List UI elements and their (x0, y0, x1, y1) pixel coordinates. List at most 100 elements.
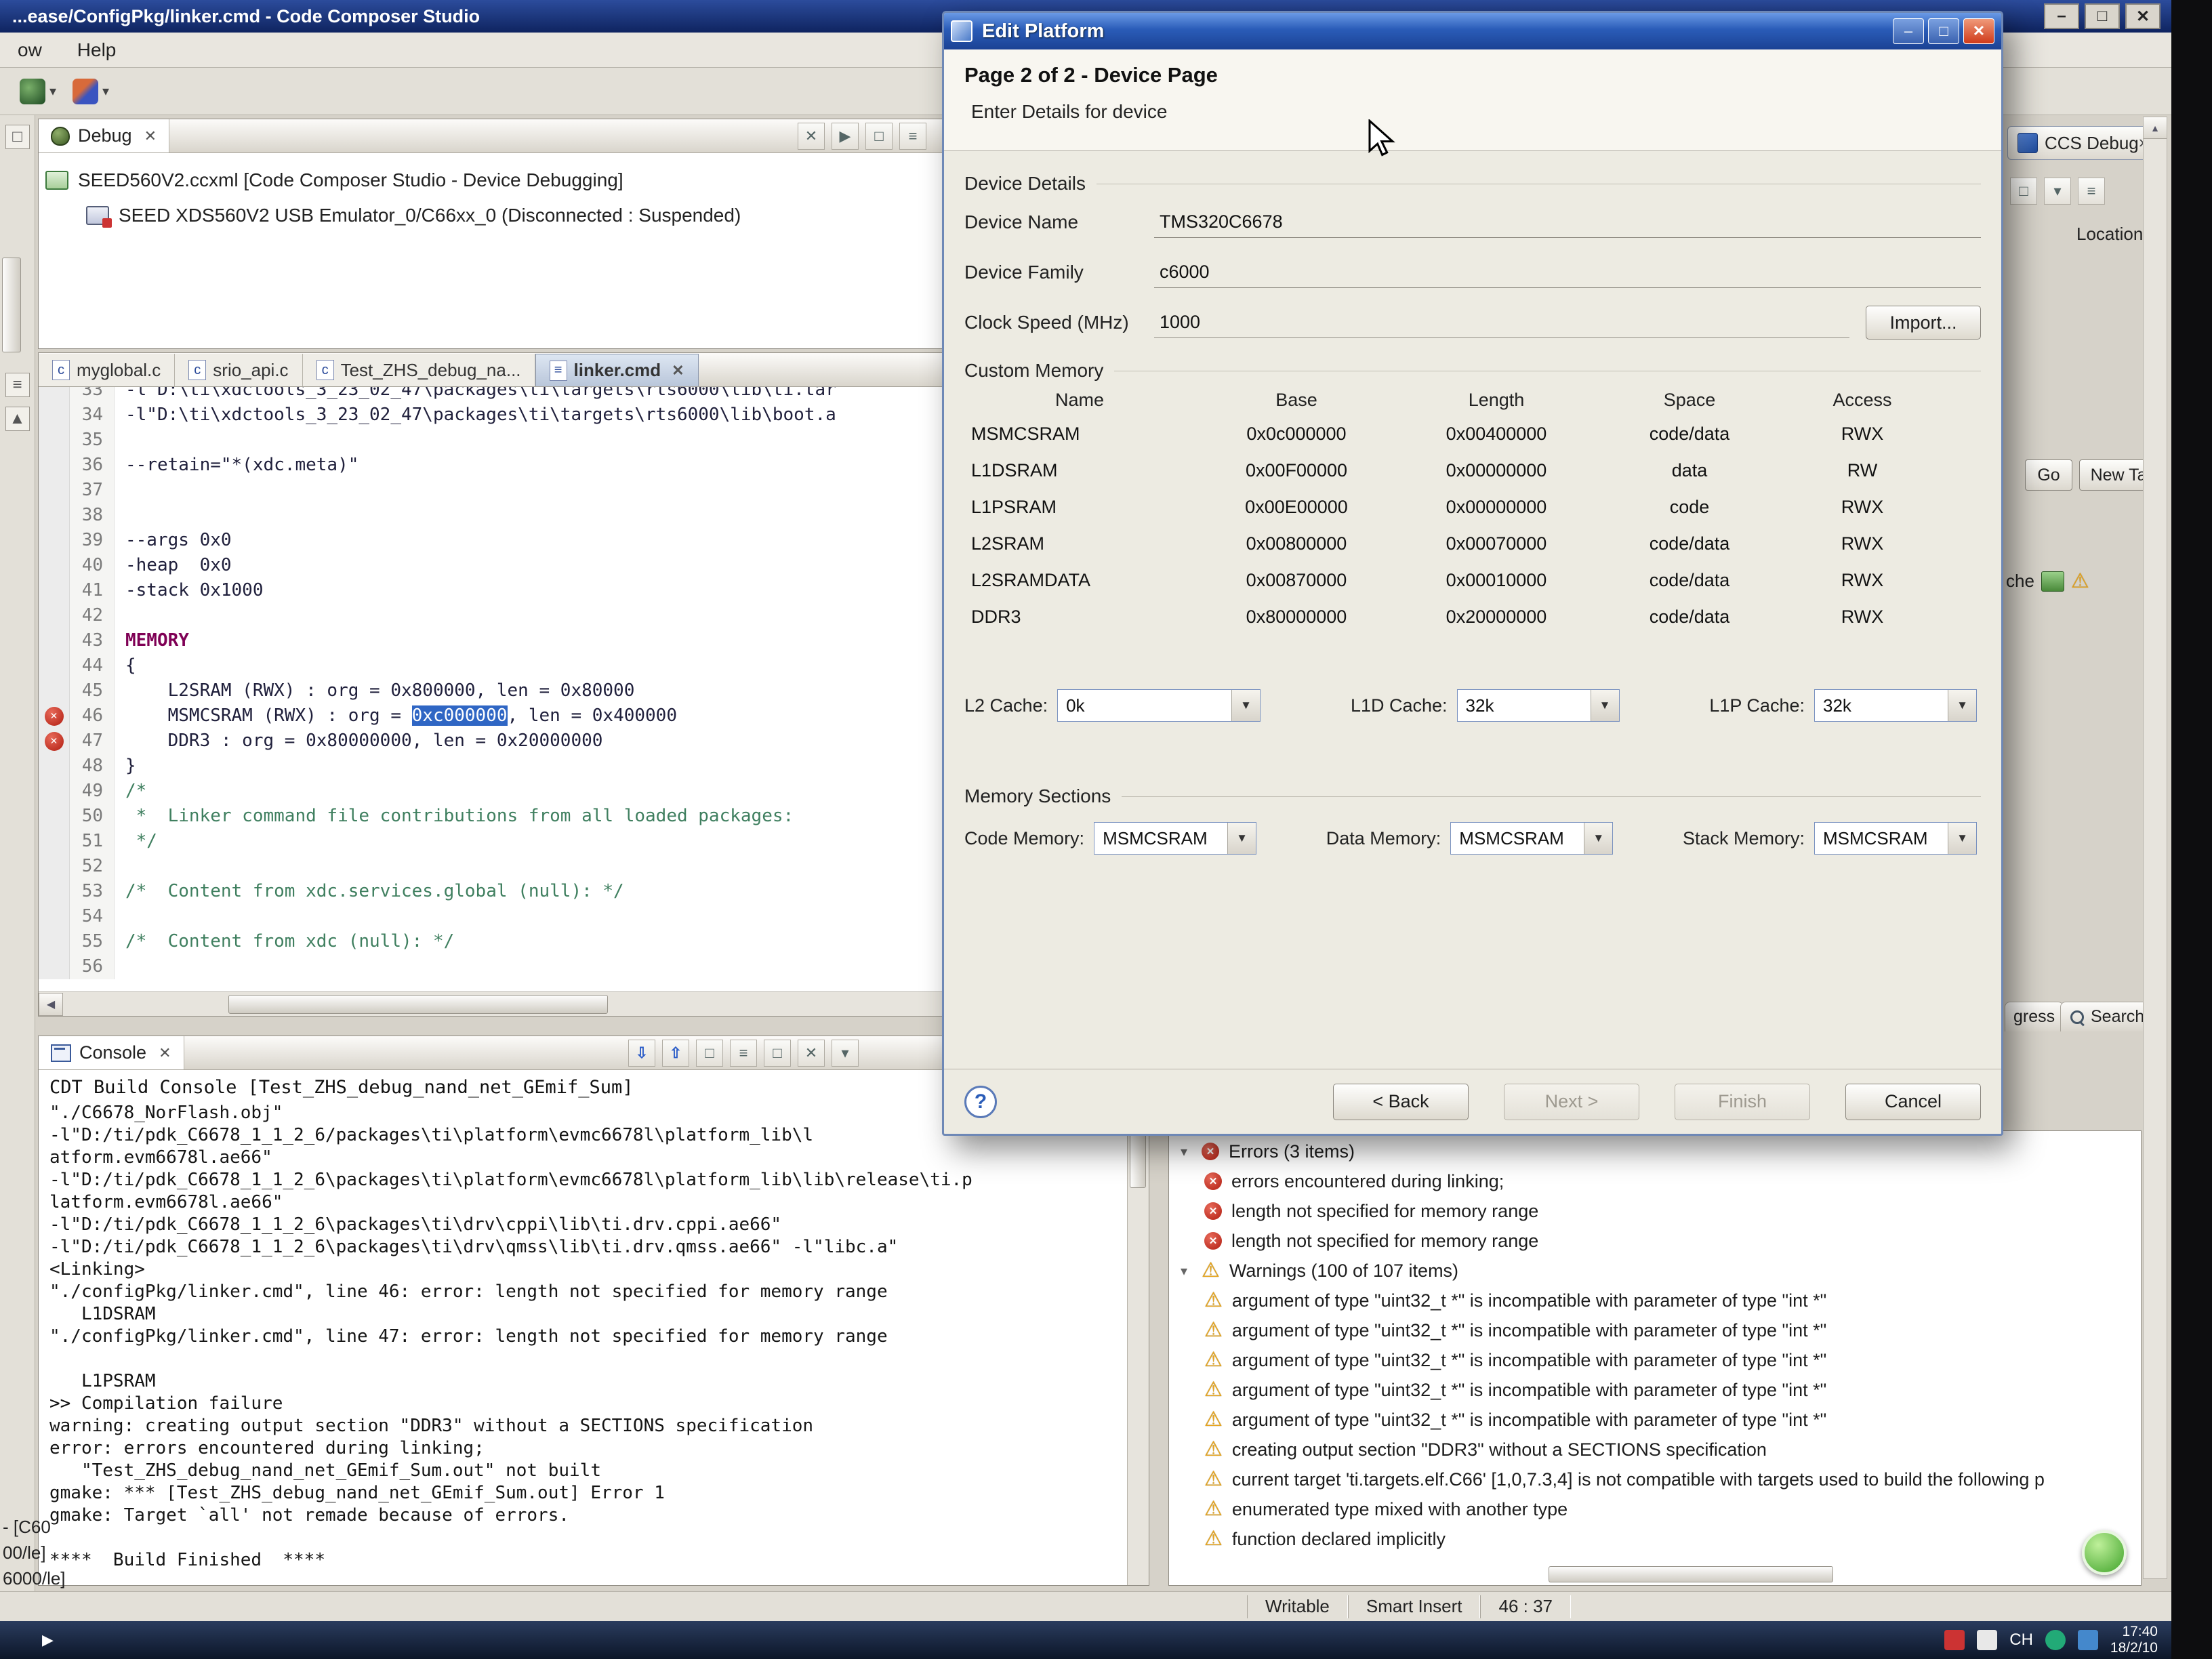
memory-section-select[interactable]: MSMCSRAM ▼ (1450, 822, 1613, 855)
problems-hscroll-thumb[interactable] (1549, 1566, 1833, 1582)
view-menu-icon[interactable]: ≡ (899, 123, 926, 150)
dropdown-icon[interactable]: ▼ (1591, 690, 1619, 721)
editor-tab[interactable]: c srio_api.c ✕ (175, 354, 302, 386)
step-over-icon[interactable]: ▶ (832, 123, 859, 150)
outline-menu-icon[interactable]: ≡ (5, 373, 30, 397)
problem-warning-row[interactable]: ⚠ enumerated type mixed with another typ… (1204, 1494, 2137, 1524)
wizard-button[interactable]: Next > (1504, 1084, 1639, 1120)
run-launch-dropdown[interactable]: ▾ (69, 75, 112, 108)
wizard-button[interactable]: Cancel (1845, 1084, 1981, 1120)
editor-tab[interactable]: c myglobal.c ✕ (39, 354, 175, 386)
problems-errors-group[interactable]: ▾ ✕ Errors (3 items) (1176, 1136, 2137, 1166)
memory-section-select[interactable]: MSMCSRAM ▼ (1814, 822, 1977, 855)
scroll-up-icon[interactable]: ▲ (2144, 117, 2167, 139)
cache-select[interactable]: 0k ▼ (1057, 689, 1261, 722)
dialog-titlebar[interactable]: Edit Platform – □ ✕ (944, 13, 2001, 49)
close-icon[interactable]: ✕ (672, 362, 684, 380)
clock[interactable]: 17:40 18/2/10 (2110, 1624, 2158, 1656)
play-icon[interactable]: ▶ (42, 1631, 54, 1649)
dropdown-icon[interactable]: ▼ (1231, 690, 1260, 721)
tray-icon-white[interactable] (1977, 1630, 1997, 1650)
menu-item[interactable]: Help (60, 33, 134, 67)
problem-warning-row[interactable]: ⚠ function declared implicitly (1204, 1524, 2137, 1554)
input-language-indicator[interactable]: CH (2009, 1631, 2033, 1650)
dropdown-icon[interactable]: ▼ (1227, 823, 1256, 854)
memory-table-row[interactable]: L1DSRAM 0x00F00000 0x00000000 data RW (964, 452, 1981, 489)
book-icon[interactable] (2041, 571, 2064, 592)
close-icon[interactable]: ✕ (1963, 18, 1994, 44)
dropdown-icon[interactable]: ▼ (1948, 690, 1976, 721)
maximize-icon[interactable]: □ (1928, 18, 1959, 44)
hscroll-thumb[interactable] (228, 995, 608, 1014)
right-scroll-thumb[interactable] (2, 258, 21, 352)
cache-select[interactable]: 32k ▼ (1814, 689, 1977, 722)
perspective-ccs-debug-button[interactable]: CCS Debug (2007, 126, 2149, 160)
run-launch-icon[interactable] (73, 79, 98, 104)
problem-error-row[interactable]: ✕ length not specified for memory range (1204, 1196, 2137, 1226)
console-vscrollbar[interactable] (1127, 1071, 1149, 1585)
wizard-button[interactable]: < Back (1333, 1084, 1469, 1120)
memory-table-row[interactable]: L2SRAM 0x00800000 0x00070000 code/data R… (964, 525, 1981, 562)
editor-tab[interactable]: c Test_ZHS_debug_na... ✕ (303, 354, 535, 386)
chevron-down-icon[interactable]: ▾ (49, 83, 56, 100)
import-button[interactable]: Import... (1866, 306, 1981, 340)
field-input[interactable]: 1000 (1154, 307, 1849, 338)
collapse-icon[interactable]: ▾ (2044, 178, 2071, 205)
display-selected-console-icon[interactable]: □ (764, 1040, 791, 1067)
pin-console-icon[interactable]: □ (696, 1040, 723, 1067)
debug-launch-icon[interactable] (20, 79, 45, 104)
cache-select[interactable]: 32k ▼ (1457, 689, 1620, 722)
pin-icon[interactable]: □ (2010, 178, 2037, 205)
open-console-icon[interactable]: ✕ (798, 1040, 825, 1067)
help-icon[interactable]: ? (964, 1086, 997, 1118)
memory-table-row[interactable]: L1PSRAM 0x00E00000 0x00000000 code RWX (964, 489, 1981, 525)
field-input[interactable]: c6000 (1154, 257, 1981, 288)
twisty-icon[interactable]: ▾ (1176, 1143, 1192, 1160)
tray-icon-green[interactable] (2045, 1630, 2066, 1650)
layout-icon[interactable]: ≡ (2078, 178, 2105, 205)
twisty-icon[interactable]: ▾ (1176, 1263, 1192, 1279)
go-button[interactable]: Go (2025, 459, 2072, 491)
memory-table-row[interactable]: DDR3 0x80000000 0x20000000 code/data RWX (964, 598, 1981, 635)
clear-console-icon[interactable]: ≡ (730, 1040, 757, 1067)
close-icon[interactable]: ✕ (2125, 3, 2160, 29)
scroll-up-icon[interactable]: ⇧ (662, 1040, 689, 1067)
tray-icon-blue[interactable] (2078, 1630, 2098, 1650)
tab-progress[interactable]: gress (2005, 1002, 2064, 1031)
chevron-down-icon[interactable]: ▾ (102, 83, 109, 100)
problem-warning-row[interactable]: ⚠ creating output section "DDR3" without… (1204, 1435, 2137, 1465)
tab-console[interactable]: Console ✕ (39, 1036, 184, 1069)
tab-debug[interactable]: Debug ✕ (39, 119, 169, 152)
right-scrollbar[interactable]: ▲ (2143, 117, 2167, 1579)
problem-warning-row[interactable]: ⚠ argument of type "uint32_t *" is incom… (1204, 1315, 2137, 1345)
problem-warning-row[interactable]: ⚠ argument of type "uint32_t *" is incom… (1204, 1345, 2137, 1375)
memory-section-select[interactable]: MSMCSRAM ▼ (1094, 822, 1256, 855)
memory-table-row[interactable]: MSMCSRAM 0x0c000000 0x00400000 code/data… (964, 415, 1981, 452)
minimize-icon[interactable]: – (1893, 18, 1924, 44)
overlay-app-icon[interactable] (2082, 1530, 2127, 1575)
problems-warnings-group[interactable]: ▾ ⚠ Warnings (100 of 107 items) (1176, 1256, 2137, 1286)
dropdown-icon[interactable]: ▼ (1948, 823, 1976, 854)
memory-table-row[interactable]: L2SRAMDATA 0x00870000 0x00010000 code/da… (964, 562, 1981, 598)
problem-warning-row[interactable]: ⚠ argument of type "uint32_t *" is incom… (1204, 1375, 2137, 1405)
wizard-button[interactable]: Finish (1675, 1084, 1810, 1120)
tray-icon-red[interactable] (1944, 1630, 1965, 1650)
problem-error-row[interactable]: ✕ errors encountered during linking; (1204, 1166, 2137, 1196)
maximize-icon[interactable]: □ (2085, 3, 2120, 29)
dropdown-icon[interactable]: ▼ (1584, 823, 1612, 854)
console-menu-icon[interactable]: ▾ (832, 1040, 859, 1067)
close-icon[interactable]: ✕ (159, 1044, 171, 1062)
problem-warning-row[interactable]: ⚠ argument of type "uint32_t *" is incom… (1204, 1286, 2137, 1315)
suspend-icon[interactable]: □ (865, 123, 893, 150)
disconnect-icon[interactable]: ✕ (798, 123, 825, 150)
scroll-left-icon[interactable]: ◀ (39, 993, 63, 1016)
menu-item[interactable]: ow (0, 33, 60, 67)
restore-panel-icon[interactable]: □ (5, 125, 30, 149)
tab-search[interactable]: Search (2060, 1002, 2153, 1031)
problem-warning-row[interactable]: ⚠ argument of type "uint32_t *" is incom… (1204, 1405, 2137, 1435)
editor-tab[interactable]: ≡ linker.cmd ✕ (535, 354, 699, 386)
minimize-icon[interactable]: – (2044, 3, 2079, 29)
up-arrow-icon[interactable]: ▲ (5, 407, 30, 431)
problem-error-row[interactable]: ✕ length not specified for memory range (1204, 1226, 2137, 1256)
field-input[interactable]: TMS320C6678 (1154, 207, 1981, 238)
